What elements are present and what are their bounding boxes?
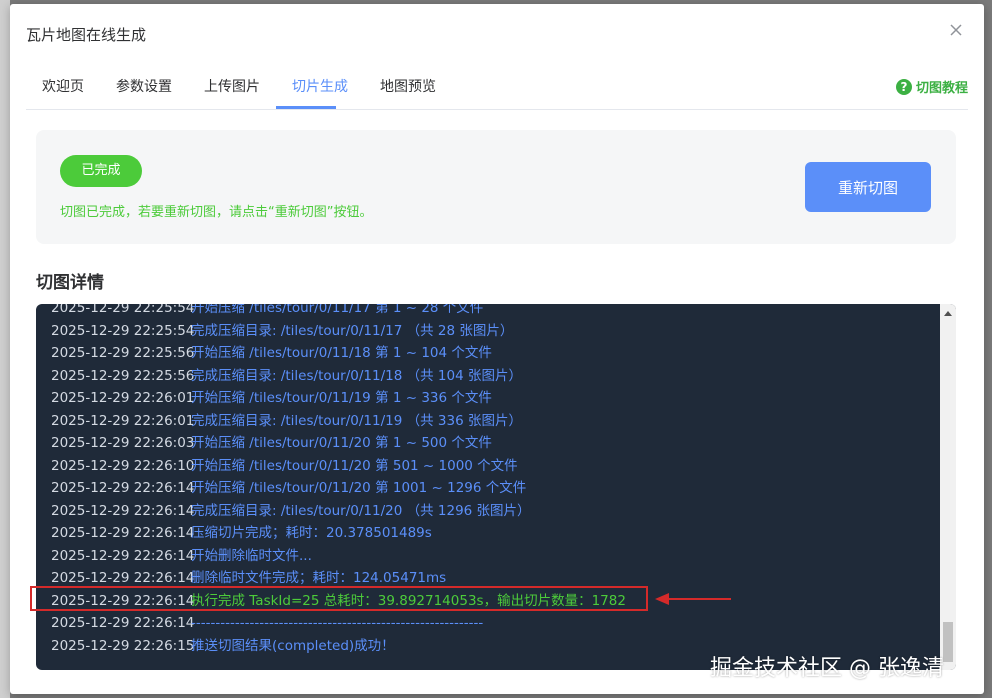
- log-line: 2025-12-29 22:25:56 开始压缩 /tiles/tour/0/11…: [36, 342, 936, 365]
- retile-button[interactable]: 重新切图: [805, 162, 931, 212]
- log-message: 完成压缩目录: /tiles/tour/0/11/18 （共 104 张图片）: [191, 367, 522, 384]
- log-line: 2025-12-29 22:25:54 完成压缩目录: /tiles/tour/0…: [36, 320, 936, 343]
- log-timestamp: 2025-12-29 22:25:54: [51, 322, 195, 339]
- log-timestamp: 2025-12-29 22:26:15: [51, 637, 195, 654]
- log-message: ----------------------------------------…: [191, 615, 484, 631]
- log-line: 2025-12-29 22:26:01 完成压缩目录: /tiles/tour/0…: [36, 410, 936, 433]
- log-message: 开始压缩 /tiles/tour/0/11/19 第 1 ~ 336 个文件: [191, 390, 492, 406]
- log-timestamp: 2025-12-29 22:26:01: [51, 412, 195, 429]
- log-line: 2025-12-29 22:25:56 完成压缩目录: /tiles/tour/0…: [36, 365, 936, 388]
- log-timestamp: 2025-12-29 22:26:14: [51, 502, 195, 519]
- log-line: 2025-12-29 22:26:10 开始压缩 /tiles/tour/0/11…: [36, 455, 936, 478]
- log-timestamp: 2025-12-29 22:26:14: [51, 525, 195, 541]
- status-badge: 已完成: [60, 155, 142, 187]
- log-line: 2025-12-29 22:26:14 ---------------------…: [36, 612, 936, 635]
- dialog-title: 瓦片地图在线生成: [26, 26, 147, 44]
- log-line: 2025-12-29 22:25:54 开始压缩 /tiles/tour/0/11…: [36, 304, 936, 320]
- log-scrollbar[interactable]: [940, 304, 956, 670]
- log-timestamp: 2025-12-29 22:25:54: [51, 304, 195, 316]
- log-line: 2025-12-29 22:26:03 开始压缩 /tiles/tour/0/11…: [36, 432, 936, 455]
- log-timestamp: 2025-12-29 22:26:14: [51, 547, 195, 564]
- log-timestamp: 2025-12-29 22:25:56: [51, 345, 195, 361]
- log-message: 开始压缩 /tiles/tour/0/11/20 第 501 ~ 1000 个文…: [191, 457, 518, 474]
- log-message: 开始删除临时文件...: [191, 547, 312, 564]
- scroll-thumb[interactable]: [943, 622, 953, 662]
- backdrop: [0, 0, 10, 698]
- log-message: 完成压缩目录: /tiles/tour/0/11/19 （共 336 张图片）: [191, 412, 522, 429]
- log-timestamp: 2025-12-29 22:25:56: [51, 367, 195, 384]
- annotation-arrow-icon: [655, 593, 731, 605]
- scroll-up-icon[interactable]: [944, 311, 952, 316]
- log-panel[interactable]: 2025-12-29 22:25:54 开始压缩 /tiles/tour/0/11…: [36, 304, 956, 670]
- log-line: 2025-12-29 22:26:14 开始删除临时文件...: [36, 545, 936, 568]
- log-line: 2025-12-29 22:26:14 开始压缩 /tiles/tour/0/11…: [36, 477, 936, 500]
- details-title: 切图详情: [36, 273, 104, 293]
- log-line: 2025-12-29 22:26:14 压缩切片完成；耗时：20.37850148…: [36, 522, 936, 545]
- tab-tile-generation[interactable]: 切片生成: [292, 76, 348, 96]
- tab-welcome[interactable]: 欢迎页: [42, 76, 84, 96]
- log-timestamp: 2025-12-29 22:26:01: [51, 390, 195, 406]
- active-tab-indicator: [276, 106, 336, 109]
- tab-map-preview[interactable]: 地图预览: [380, 76, 436, 96]
- log-timestamp: 2025-12-29 22:26:03: [51, 435, 195, 451]
- tab-settings[interactable]: 参数设置: [116, 76, 172, 96]
- log-line: 2025-12-29 22:26:01 开始压缩 /tiles/tour/0/11…: [36, 387, 936, 410]
- log-message: 开始压缩 /tiles/tour/0/11/20 第 1001 ~ 1296 个…: [191, 480, 527, 496]
- log-message: 完成压缩目录: /tiles/tour/0/11/20 （共 1296 张图片）: [191, 502, 531, 519]
- log-message: 开始压缩 /tiles/tour/0/11/20 第 1 ~ 500 个文件: [191, 435, 492, 451]
- log-timestamp: 2025-12-29 22:26:10: [51, 457, 195, 474]
- tab-bar: 欢迎页 参数设置 上传图片 切片生成 地图预览 ? 切图教程: [26, 64, 968, 110]
- tab-upload[interactable]: 上传图片: [204, 76, 260, 96]
- log-message: 开始压缩 /tiles/tour/0/11/17 第 1 ~ 28 个文件: [191, 304, 484, 316]
- help-link[interactable]: ? 切图教程: [895, 77, 968, 96]
- annotation-highlight-box: [30, 586, 648, 611]
- log-line: 2025-12-29 22:26:14 完成压缩目录: /tiles/tour/0…: [36, 500, 936, 523]
- log-message: 推送切图结果(completed)成功！: [191, 637, 395, 654]
- log-message: 压缩切片完成；耗时：20.378501489s: [191, 525, 432, 541]
- help-label: 切图教程: [915, 81, 968, 96]
- log-timestamp: 2025-12-29 22:26:14: [51, 615, 195, 631]
- question-icon: ?: [895, 78, 912, 95]
- status-card: 已完成 切图已完成，若要重新切图，请点击“重新切图”按钮。 重新切图: [36, 130, 956, 244]
- close-icon[interactable]: [948, 22, 964, 38]
- log-message: 开始压缩 /tiles/tour/0/11/18 第 1 ~ 104 个文件: [191, 345, 492, 361]
- watermark: 掘金技术社区 @ 张逸清: [710, 656, 944, 681]
- status-message: 切图已完成，若要重新切图，请点击“重新切图”按钮。: [60, 205, 373, 220]
- log-timestamp: 2025-12-29 22:26:14: [51, 480, 195, 496]
- log-message: 完成压缩目录: /tiles/tour/0/11/17 （共 28 张图片）: [191, 322, 514, 339]
